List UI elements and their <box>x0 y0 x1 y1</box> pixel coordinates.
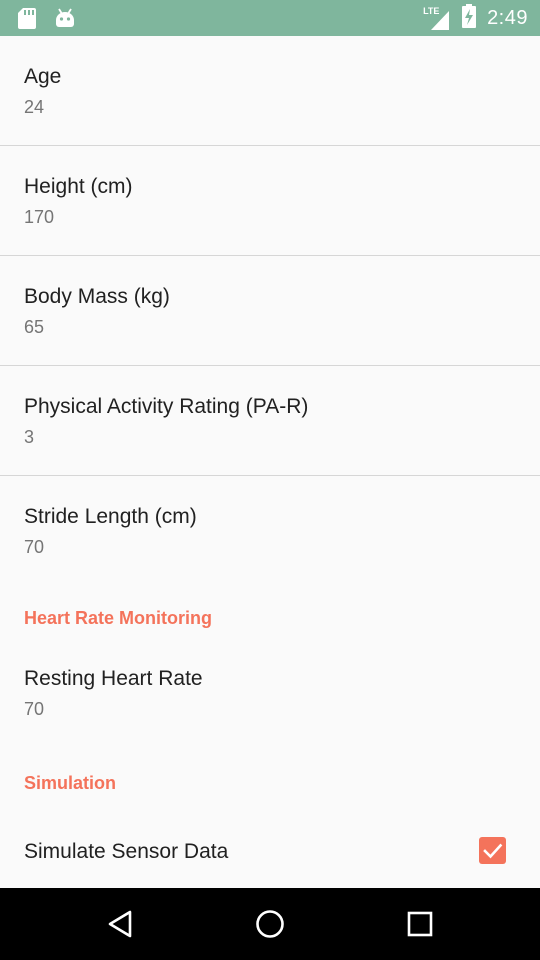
category-label: Heart Rate Monitoring <box>24 608 213 628</box>
pref-simulate-sensor-data[interactable]: Simulate Sensor Data <box>0 803 540 888</box>
pref-body-mass[interactable]: Body Mass (kg) 65 <box>0 256 540 366</box>
clock-time: 2:49 <box>487 6 528 29</box>
android-icon <box>54 7 76 34</box>
pref-title: Height (cm) <box>24 175 133 198</box>
home-icon <box>256 910 284 938</box>
back-button[interactable] <box>98 902 142 946</box>
pref-title: Stride Length (cm) <box>24 505 197 528</box>
status-left-icons <box>16 6 76 35</box>
pref-age[interactable]: Age 24 <box>0 36 540 146</box>
settings-list: Age 24 Height (cm) 170 Body Mass (kg) 65… <box>0 36 540 888</box>
pref-value: 70 <box>24 537 45 557</box>
pref-value: 170 <box>24 207 55 227</box>
navigation-bar <box>0 888 540 960</box>
pref-title: Simulate Sensor Data <box>24 840 229 863</box>
status-right-icons: LTE 2:49 <box>423 0 528 36</box>
pref-value: 24 <box>24 97 45 117</box>
category-heart-rate-monitoring: Heart Rate Monitoring <box>0 586 540 638</box>
pref-title: Body Mass (kg) <box>24 285 170 308</box>
signal-icon: LTE <box>423 5 451 31</box>
status-bar: LTE 2:49 <box>0 0 540 36</box>
pref-value: 65 <box>24 317 45 337</box>
recents-icon <box>407 911 433 937</box>
pref-title: Resting Heart Rate <box>24 667 203 690</box>
pref-value: 3 <box>24 427 35 447</box>
pref-value: 70 <box>24 699 45 719</box>
check-icon <box>483 843 503 859</box>
simulate-sensor-data-checkbox[interactable] <box>479 837 506 864</box>
recents-button[interactable] <box>398 902 442 946</box>
pref-title: Physical Activity Rating (PA-R) <box>24 395 309 418</box>
pref-height[interactable]: Height (cm) 170 <box>0 146 540 256</box>
pref-resting-heart-rate[interactable]: Resting Heart Rate 70 <box>0 638 540 751</box>
pref-physical-activity-rating[interactable]: Physical Activity Rating (PA-R) 3 <box>0 366 540 476</box>
category-simulation: Simulation <box>0 751 540 803</box>
pref-stride-length[interactable]: Stride Length (cm) 70 <box>0 476 540 586</box>
battery-charging-icon <box>461 3 477 33</box>
pref-title: Age <box>24 65 62 88</box>
sd-card-icon <box>16 6 38 35</box>
category-label: Simulation <box>24 773 117 793</box>
home-button[interactable] <box>248 902 292 946</box>
back-icon <box>108 910 132 938</box>
